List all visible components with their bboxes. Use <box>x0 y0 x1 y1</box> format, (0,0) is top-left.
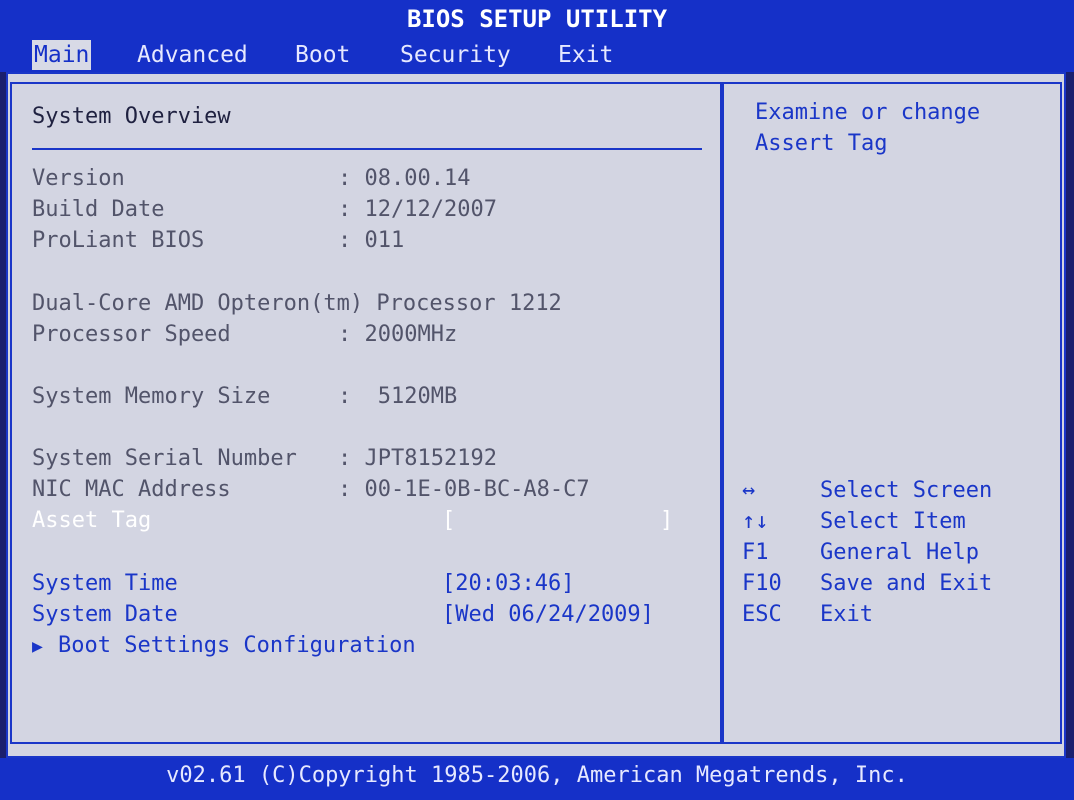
memory-size-label: System Memory Size <box>32 384 271 409</box>
section-title: System Overview <box>32 104 231 129</box>
serial-number-label: System Serial Number <box>32 446 297 471</box>
processor-speed-value: : 2000MHz <box>338 322 458 347</box>
key-action-save-exit: Save and Exit <box>820 571 993 596</box>
key-action-select-screen: Select Screen <box>820 478 993 503</box>
section-divider <box>32 148 702 150</box>
memory-size-value: : 5120MB <box>338 384 458 409</box>
asset-tag-label[interactable]: Asset Tag <box>32 508 151 533</box>
build-date-value: : 12/12/2007 <box>338 197 497 222</box>
system-time-label[interactable]: System Time <box>32 571 178 596</box>
mac-address-value: : 00-1E-0B-BC-A8-C7 <box>338 477 590 502</box>
version-value: : 08.00.14 <box>338 166 471 191</box>
key-f1: F1 <box>742 540 769 565</box>
submenu-arrow-icon: ▶ <box>32 636 43 657</box>
tab-exit[interactable]: Exit <box>558 40 613 70</box>
system-date-value[interactable]: [Wed 06/24/2009] <box>442 602 654 627</box>
processor-speed-label: Processor Speed <box>32 322 231 347</box>
menu-bar: Main Advanced Boot Security Exit <box>0 38 1074 72</box>
copyright-footer: v02.61 (C)Copyright 1985-2006, American … <box>0 758 1074 800</box>
key-f10: F10 <box>742 571 782 596</box>
up-down-arrow-icon: ↑↓ <box>742 509 769 534</box>
key-action-general-help: General Help <box>820 540 979 565</box>
asset-tag-close-bracket[interactable]: ] <box>660 508 673 533</box>
version-label: Version <box>32 166 125 191</box>
serial-number-value: : JPT8152192 <box>338 446 497 471</box>
tab-security[interactable]: Security <box>400 40 511 70</box>
boot-settings-configuration[interactable]: Boot Settings Configuration <box>58 633 416 658</box>
key-esc: ESC <box>742 602 782 627</box>
proliant-bios-label: ProLiant BIOS <box>32 228 205 253</box>
tab-advanced[interactable]: Advanced <box>137 40 248 70</box>
mac-address-label: NIC MAC Address <box>32 477 231 502</box>
help-text-line1: Examine or change <box>755 100 981 125</box>
processor-name: Dual-Core AMD Opteron(tm) Processor 1212 <box>32 291 562 316</box>
help-text-line2: Assert Tag <box>755 131 888 156</box>
help-panel <box>722 82 1062 744</box>
tab-boot[interactable]: Boot <box>295 40 350 70</box>
build-date-label: Build Date <box>32 197 165 222</box>
tab-main[interactable]: Main <box>32 40 92 70</box>
key-action-exit: Exit <box>820 602 873 627</box>
system-time-value[interactable]: [20:03:46] <box>442 571 574 596</box>
title-bar: BIOS SETUP UTILITY <box>0 0 1074 38</box>
system-date-label[interactable]: System Date <box>32 602 178 627</box>
asset-tag-open-bracket[interactable]: [ <box>442 508 455 533</box>
key-action-select-item: Select Item <box>820 509 966 534</box>
left-right-arrow-icon: ↔ <box>742 478 756 503</box>
proliant-bios-value: : 011 <box>338 228 405 253</box>
